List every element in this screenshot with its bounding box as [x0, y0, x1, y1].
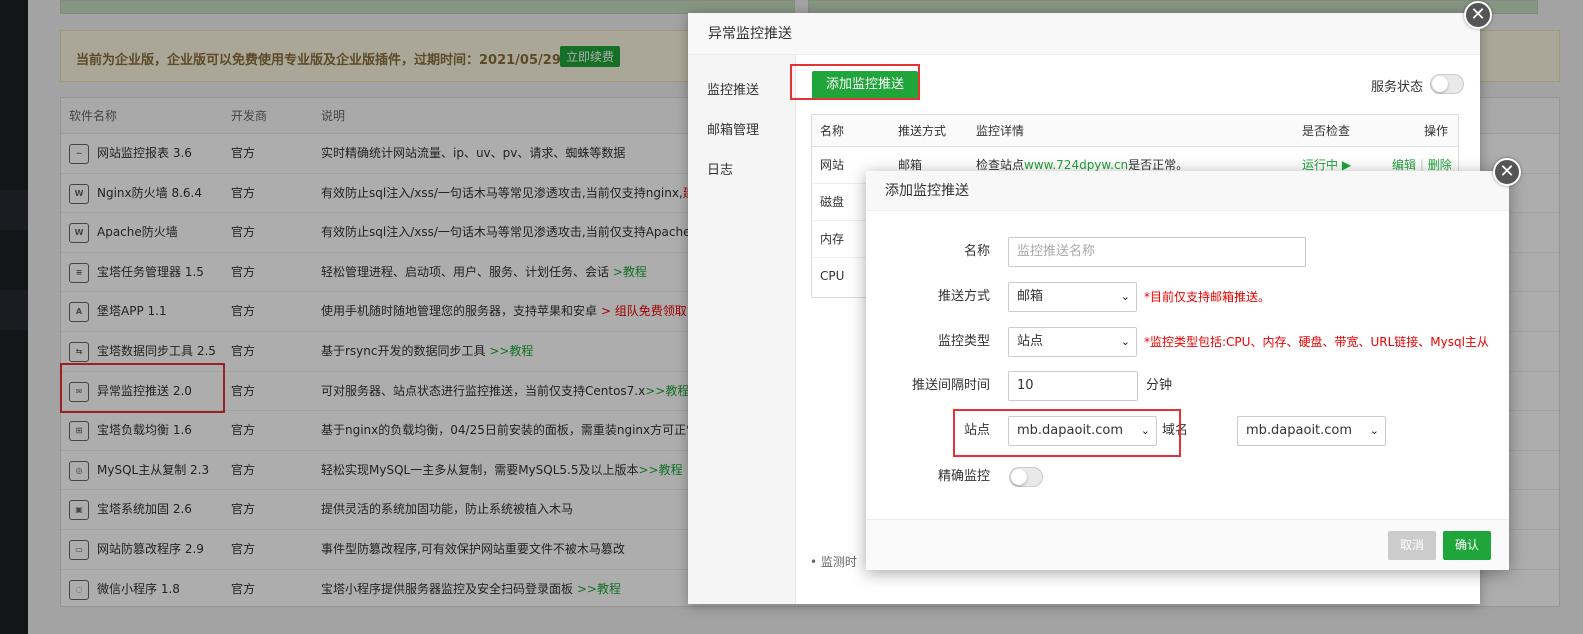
side-item-log[interactable]: 日志: [707, 159, 733, 178]
name-input[interactable]: 监控推送名称: [1008, 237, 1306, 267]
domain-value: mb.dapaoit.com: [1246, 423, 1353, 438]
chevron-down-icon: ⌄: [1369, 424, 1379, 437]
action-separator: |: [1419, 158, 1424, 172]
dialog-sidebar: 监控推送 邮箱管理 日志: [688, 55, 796, 604]
method-label: 推送方式: [937, 289, 990, 304]
precise-monitor-toggle[interactable]: [1009, 467, 1043, 487]
highlight-site-field: [953, 409, 1181, 457]
chevron-down-icon: ⌄: [1120, 335, 1130, 348]
close-dialog-icon[interactable]: ✕: [1464, 1, 1492, 29]
interval-input[interactable]: 10: [1008, 371, 1138, 401]
type-label: 监控类型: [937, 334, 990, 349]
service-status-toggle[interactable]: [1430, 74, 1464, 94]
chevron-down-icon: ⌄: [1120, 290, 1130, 303]
toggle-knob: [1432, 76, 1448, 92]
interval-label: 推送间隔时间: [911, 378, 990, 393]
service-status-label: 服务状态: [1371, 80, 1424, 95]
delete-link[interactable]: 删除: [1428, 158, 1452, 172]
type-value: 站点: [1017, 334, 1044, 349]
method-value: 邮箱: [1017, 289, 1044, 304]
toggle-knob: [1011, 469, 1027, 485]
th-actions: 操作: [1423, 124, 1448, 138]
method-select[interactable]: 邮箱 ⌄: [1008, 282, 1137, 312]
confirm-button[interactable]: 确认: [1443, 531, 1491, 560]
type-hint: *监控类型包括:CPU、内存、硬盘、带宽、URL链接、Mysql主从: [1144, 335, 1489, 349]
push-table-header: 名称 推送方式 监控详情 是否检查 操作: [812, 115, 1458, 147]
close-add-dialog-icon[interactable]: ✕: [1493, 158, 1521, 186]
detail-suffix: 是否正常。: [1128, 158, 1189, 172]
monitor-note-text: 监测时: [820, 555, 857, 569]
dialog-title: 异常监控推送: [688, 13, 1480, 55]
th-method: 推送方式: [898, 124, 947, 138]
name-label: 名称: [963, 244, 990, 259]
domain-select[interactable]: mb.dapaoit.com ⌄: [1237, 416, 1386, 446]
th-detail: 监控详情: [976, 124, 1025, 138]
th-check: 是否检查: [1302, 124, 1351, 138]
type-select[interactable]: 站点 ⌄: [1008, 327, 1137, 357]
row-name: 磁盘: [820, 195, 845, 209]
row-name: 内存: [820, 232, 845, 246]
detail-link[interactable]: www.724dpyw.cn: [1024, 158, 1128, 172]
add-dialog-title: 添加监控推送: [866, 171, 1509, 211]
highlight-add-button: [790, 64, 920, 100]
side-item-monitor-push[interactable]: 监控推送: [707, 79, 759, 98]
precise-label: 精确监控: [937, 469, 990, 484]
dialog-footer: 取消 确认: [866, 519, 1509, 570]
th-name: 名称: [820, 124, 845, 138]
row-name: CPU: [820, 269, 845, 283]
monitor-note: • 监测时: [810, 555, 857, 569]
cancel-button[interactable]: 取消: [1388, 531, 1436, 560]
detail-prefix: 检查站点: [976, 158, 1025, 172]
add-monitor-push-dialog: 添加监控推送 名称 监控推送名称 推送方式 邮箱 ⌄ *目前仅支持邮箱推送。 监控…: [866, 171, 1509, 570]
interval-unit: 分钟: [1146, 378, 1173, 393]
row-name: 网站: [820, 158, 845, 172]
side-item-mailbox[interactable]: 邮箱管理: [707, 119, 759, 138]
edit-link[interactable]: 编辑: [1392, 158, 1416, 172]
method-hint: *目前仅支持邮箱推送。: [1144, 290, 1271, 304]
